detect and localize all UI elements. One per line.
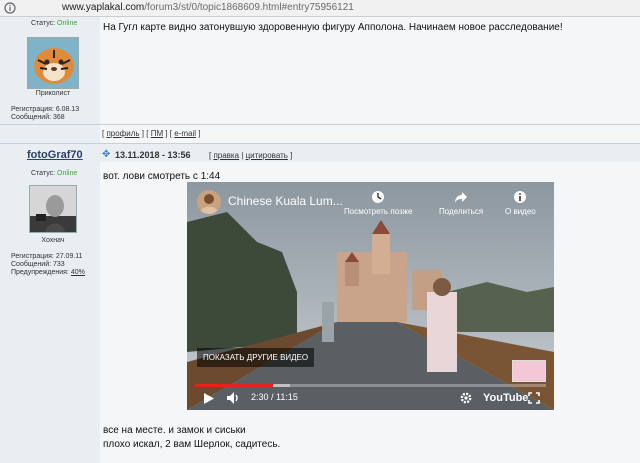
post2-header: fotoGraf70 ✥ 13.11.2018 - 13:56 [ правка… (0, 146, 640, 162)
messages-value: 733 (53, 261, 65, 268)
video-frame-image (187, 182, 554, 410)
status-online: Online (57, 170, 78, 177)
post2-status: Статус: Online (31, 170, 77, 177)
url-path: /forum3/st/0/topic1868609.html#entry7595… (144, 2, 354, 13)
avatar[interactable] (27, 37, 79, 89)
channel-avatar[interactable] (197, 190, 221, 214)
play-icon[interactable] (204, 393, 214, 404)
post2-text-line-2: плохо искал, 2 вам Шерлок, садитесь. (103, 439, 281, 450)
post2-user-stats: Регистрация: 27.09.11 Сообщений: 733 Пре… (11, 253, 85, 277)
post1-action-links: [ профиль ] [ ПМ ] [ e-mail ] (102, 129, 201, 138)
status-label: Статус: (31, 20, 56, 27)
user-title: Приколист (35, 90, 71, 97)
share-icon (455, 192, 468, 203)
clock-icon (372, 191, 385, 203)
messages-value: 368 (53, 114, 65, 121)
post2-username[interactable]: fotoGraf70 (27, 149, 83, 161)
info-label: О видео (505, 207, 536, 216)
warnings-label: Предупреждения: (11, 269, 69, 276)
quote-link[interactable]: цитировать (246, 151, 288, 160)
fullscreen-icon[interactable] (528, 392, 540, 404)
gear-icon[interactable] (460, 392, 472, 404)
post2-header-links: [ правка | цитировать ] (209, 151, 293, 160)
watch-later-label: Посмотреть позже (344, 207, 413, 216)
info-icon[interactable] (4, 2, 16, 14)
browser-address-bar[interactable]: www.yaplakal.com/forum3/st/0/topic186860… (0, 0, 640, 17)
divider (0, 143, 640, 144)
video-corner-thumbnail[interactable] (512, 360, 546, 382)
info-icon (514, 191, 527, 203)
post-link-icon[interactable]: ✥ (102, 149, 110, 160)
post1-user-stats: Регистрация: 6.08.13 Сообщений: 368 (11, 106, 79, 122)
progress-played (195, 384, 273, 387)
reg-label: Регистрация: (11, 106, 54, 113)
more-videos-button[interactable]: ПОКАЗАТЬ ДРУГИЕ ВИДЕО (197, 348, 315, 367)
profile-link[interactable]: профиль (106, 129, 139, 138)
channel-avatar-image (200, 194, 218, 214)
url-text[interactable]: www.yaplakal.com/forum3/st/0/topic186860… (62, 2, 354, 13)
share-button[interactable]: Поделиться (439, 190, 483, 216)
messages-label: Сообщений: (11, 261, 52, 268)
video-timecode: 2:30 / 11:15 (251, 392, 298, 402)
avatar[interactable] (29, 185, 77, 233)
share-label: Поделиться (439, 207, 484, 216)
reg-value: 27.09.11 (55, 253, 83, 260)
user-title: Хохнач (41, 237, 65, 244)
url-host: www.yaplakal.com (62, 2, 145, 13)
edit-link[interactable]: правка (213, 151, 239, 160)
progress-bar[interactable] (195, 384, 546, 387)
warnings-value[interactable]: 40% (71, 269, 85, 276)
post1-status: Статус: Online (31, 20, 77, 27)
messages-label: Сообщений: (11, 114, 52, 121)
post2-intro-text: вот. лови смотреть с 1:44 (103, 171, 221, 182)
tiger-avatar-image (28, 38, 78, 88)
man-avatar-image (30, 186, 76, 232)
video-title[interactable]: Chinese Kuala Lum... (228, 194, 343, 208)
video-controls: 2:30 / 11:15 YouTube (187, 388, 554, 410)
post1-text: На Гугл карте видно затонувшую здоровенн… (103, 22, 563, 33)
pm-link[interactable]: ПМ (151, 129, 163, 138)
post2-date: 13.11.2018 - 13:56 (115, 150, 191, 160)
post1-content-panel (100, 17, 640, 124)
info-button[interactable]: О видео (505, 190, 536, 216)
status-online: Online (57, 20, 78, 27)
youtube-embed[interactable]: Chinese Kuala Lum... Посмотреть позже По… (187, 182, 554, 410)
reg-label: Регистрация: (11, 253, 54, 260)
youtube-logo[interactable]: YouTube (483, 392, 528, 404)
email-link[interactable]: e-mail (174, 129, 196, 138)
status-label: Статус: (31, 170, 56, 177)
volume-icon[interactable] (227, 392, 241, 404)
post1-footer-left (0, 125, 100, 143)
post2-text-line-1: все на месте. и замок и сиськи (103, 425, 246, 436)
reg-value: 6.08.13 (55, 106, 80, 113)
watch-later-button[interactable]: Посмотреть позже (344, 190, 412, 216)
